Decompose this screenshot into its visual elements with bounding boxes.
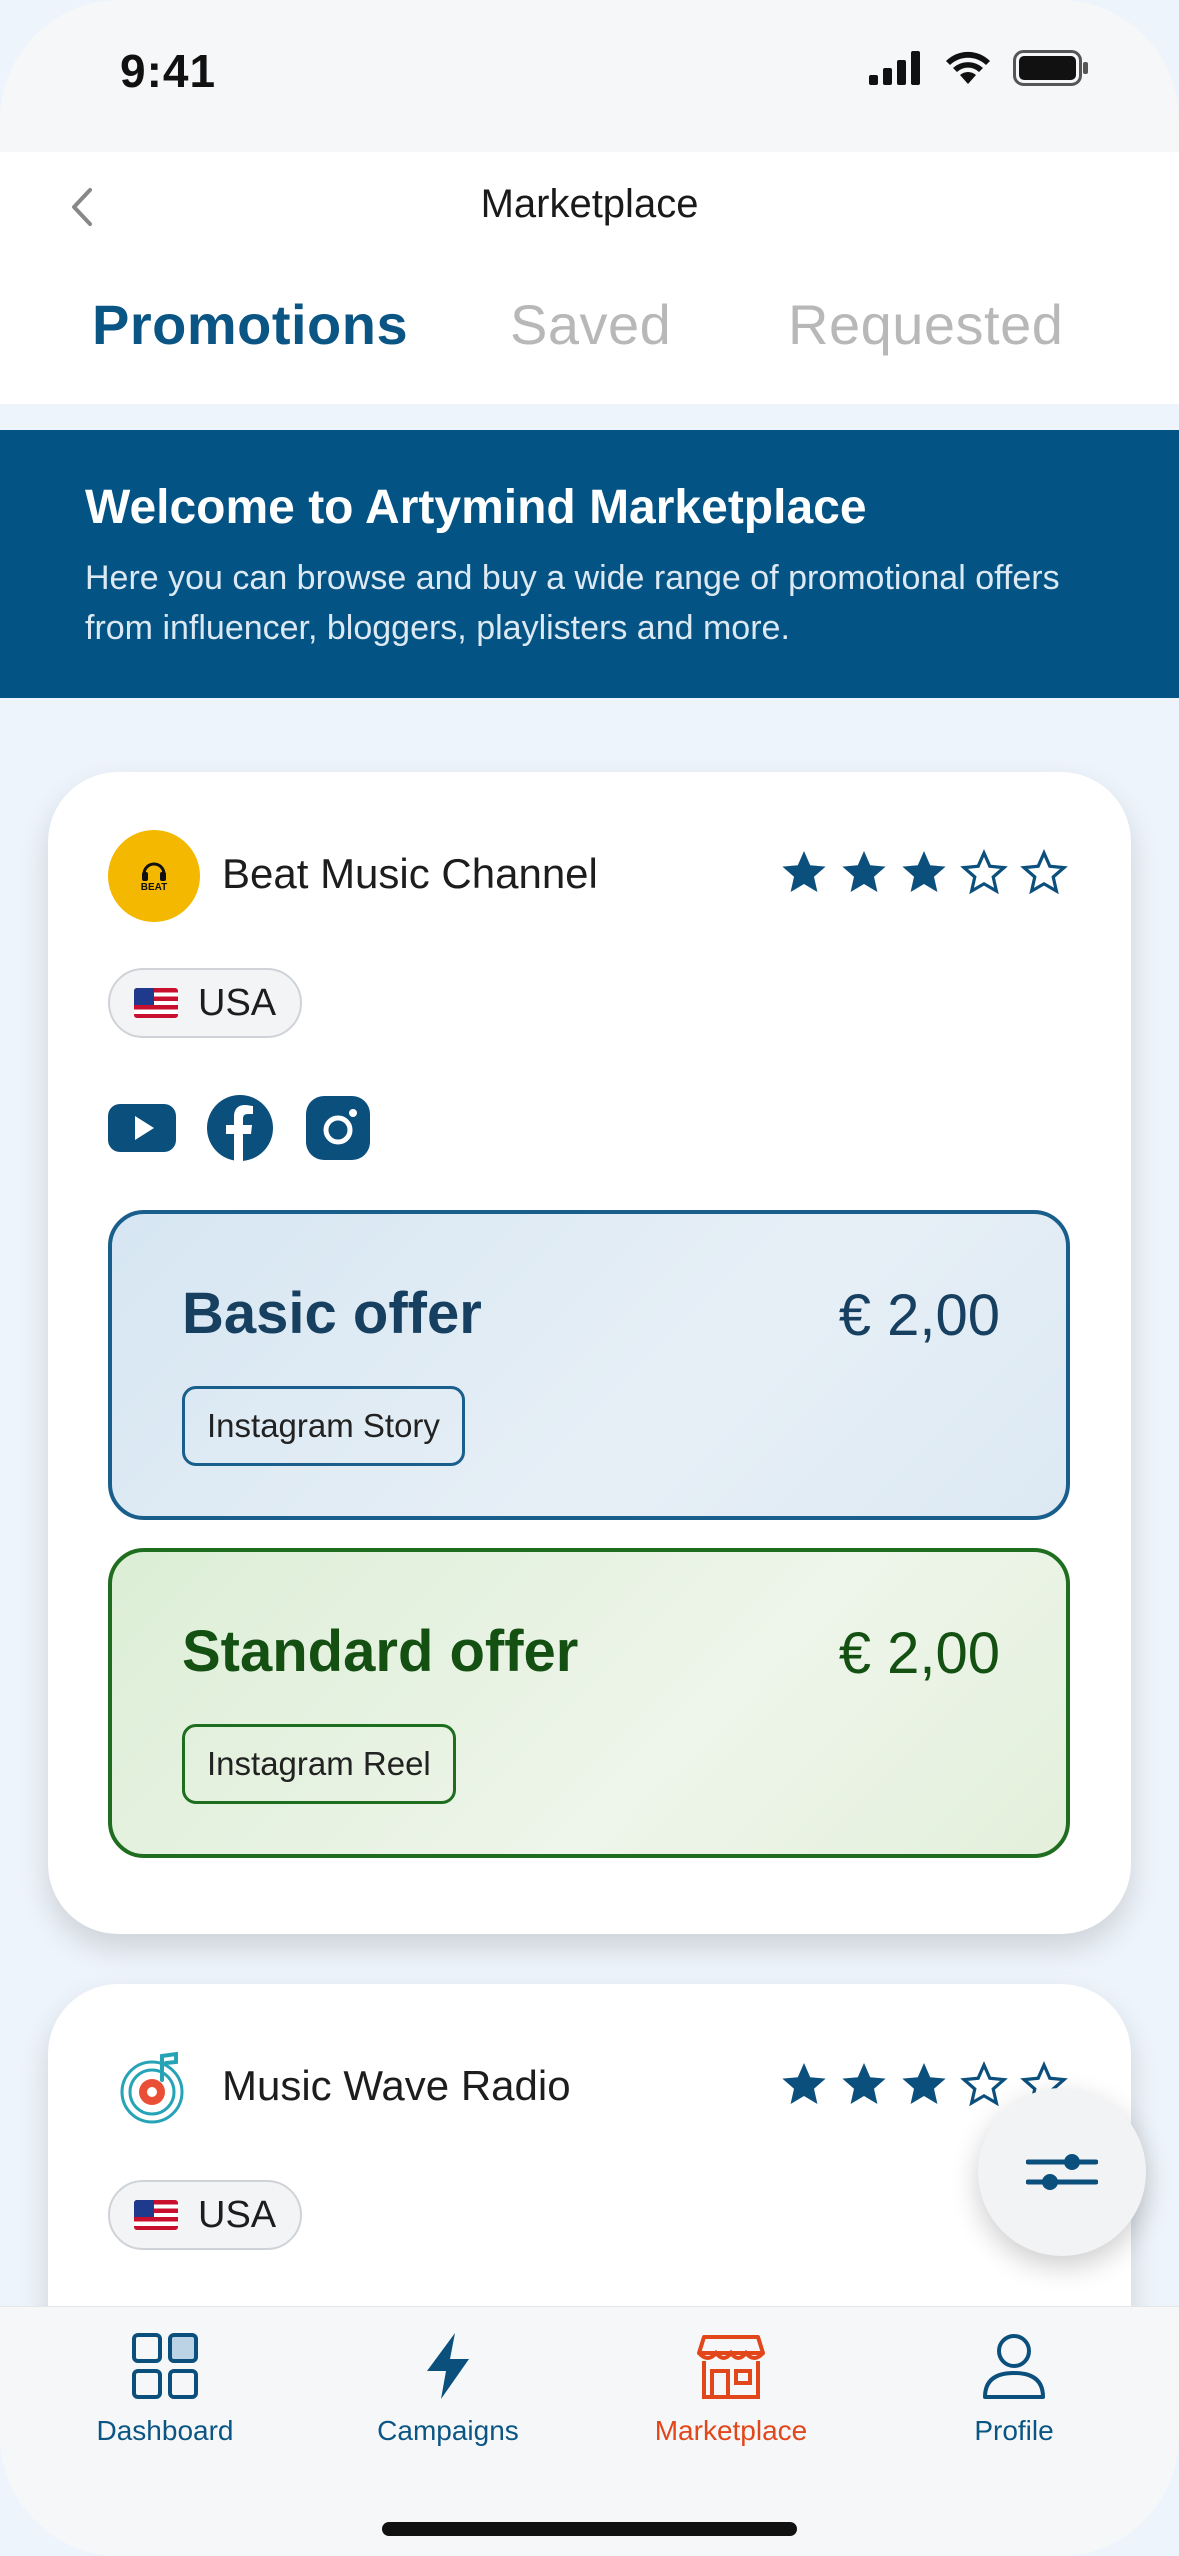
logo-text: BEAT [140,881,168,893]
tab-label: Campaigns [377,2415,519,2446]
header: Marketplace Promotions Saved Requested [0,152,1179,404]
home-indicator[interactable] [382,2522,797,2536]
tab-label: Profile [974,2415,1054,2446]
offer-price: € 2,00 [838,1621,1000,1686]
offer-tag: Instagram Story [182,1386,465,1466]
tab-campaigns[interactable]: Campaigns [328,2331,568,2447]
battery-icon [1013,50,1088,86]
status-time: 9:41 [120,45,217,97]
dashboard-icon [132,2333,198,2399]
tab-dashboard[interactable]: Dashboard [45,2331,285,2447]
star-filled-icon [842,2063,886,2104]
social-links [108,1094,372,1162]
phone-screen: 9:41 Marketplace Promotions Saved Reques… [0,0,1179,2556]
offer-title: Standard offer [182,1619,579,1684]
facebook-icon[interactable] [206,1094,274,1162]
tab-promotions[interactable]: Promotions [92,292,408,357]
sliders-icon [1026,2154,1098,2190]
rating-stars [780,848,1068,896]
seller-card[interactable]: BEAT Beat Music Channel USA Basic offer … [48,772,1131,1934]
page-title: Marketplace [480,182,699,226]
seller-header: BEAT Beat Music Channel [108,830,1068,922]
us-flag-icon [134,988,178,1018]
instagram-icon[interactable] [304,1094,372,1162]
headphones-icon [142,862,166,881]
seller-name[interactable]: Music Wave Radio [222,2062,571,2110]
country-label: USA [198,2193,277,2236]
wifi-icon [946,51,990,84]
star-empty-icon [960,849,1008,895]
star-filled-icon [782,851,826,892]
youtube-icon[interactable] [108,1094,176,1162]
signal-icon [869,51,920,85]
seller-logo: BEAT [108,830,200,922]
star-empty-icon [960,2061,1008,2107]
bottom-tab-bar: Dashboard Campaigns Marketplace Profile [0,2306,1179,2556]
star-filled-icon [782,2063,826,2104]
star-empty-icon [1020,849,1068,895]
star-filled-icon [902,2063,946,2104]
tab-marketplace[interactable]: Marketplace [611,2331,851,2447]
person-icon [983,2334,1045,2399]
seller-name[interactable]: Beat Music Channel [222,850,598,898]
country-chip: USA [108,2180,303,2250]
tab-label: Marketplace [654,2415,808,2446]
country-label: USA [198,981,277,1024]
star-filled-icon [902,851,946,892]
status-icons [869,50,1089,86]
tab-saved[interactable]: Saved [510,292,671,357]
banner-text: Here you can browse and buy a wide range… [85,559,1060,647]
standard-offer-card[interactable]: Standard offer € 2,00 Instagram Reel [108,1548,1070,1858]
star-filled-icon [842,851,886,892]
country-chip: USA [108,968,303,1038]
offer-price: € 2,00 [838,1283,1000,1348]
status-bar: 9:41 [0,0,1179,152]
offer-tag: Instagram Reel [182,1724,456,1804]
seller-header: Music Wave Radio [108,2042,1068,2134]
radio-wave-icon [120,2051,184,2124]
offer-title: Basic offer [182,1281,482,1346]
tab-profile[interactable]: Profile [894,2331,1134,2447]
tab-requested[interactable]: Requested [788,292,1063,357]
banner-title: Welcome to Artymind Marketplace [85,481,867,534]
us-flag-icon [134,2200,178,2230]
lightning-icon [427,2333,469,2399]
welcome-banner: Welcome to Artymind Marketplace Here you… [0,430,1179,698]
basic-offer-card[interactable]: Basic offer € 2,00 Instagram Story [108,1210,1070,1520]
tab-label: Dashboard [96,2415,234,2446]
store-icon [697,2335,765,2399]
seller-logo [108,2042,200,2134]
tabs: Promotions Saved Requested [0,292,1179,372]
filter-button[interactable] [978,2088,1146,2256]
